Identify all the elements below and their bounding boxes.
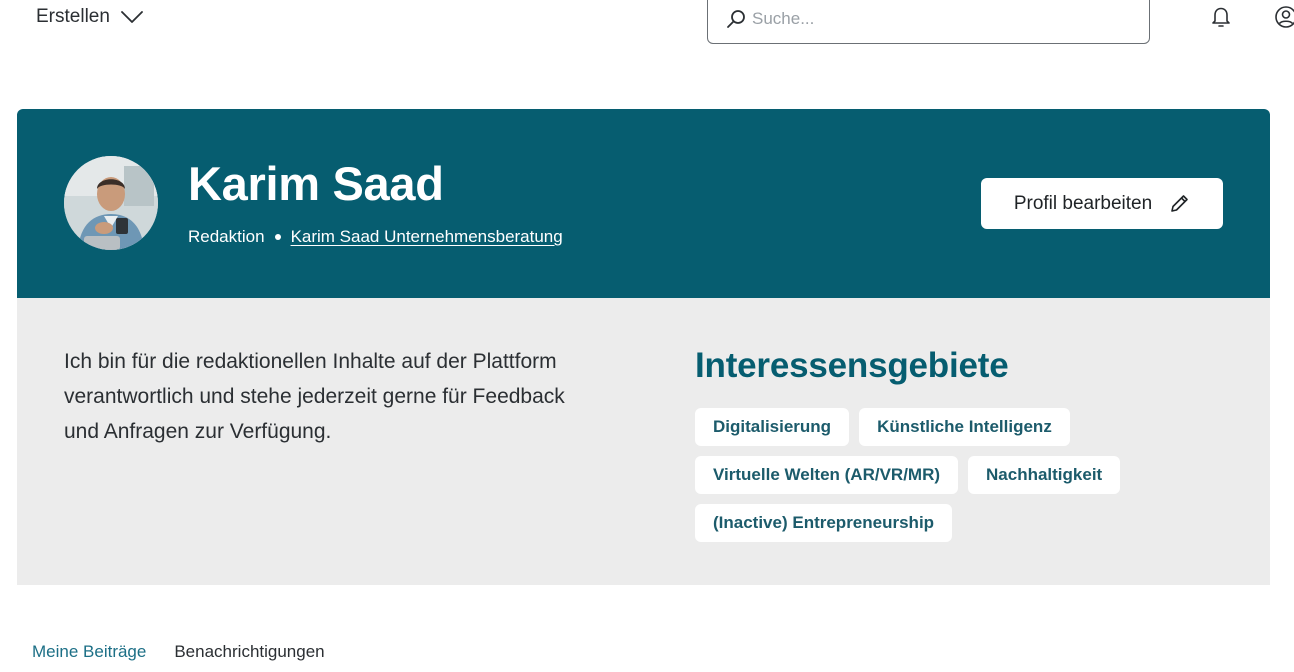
create-menu-button[interactable]: Erstellen bbox=[36, 4, 144, 30]
interest-tag-entrepreneurship[interactable]: (Inactive) Entrepreneurship bbox=[695, 504, 953, 542]
profile-details: Ich bin für die redaktionellen Inhalte a… bbox=[17, 298, 1270, 585]
profile-header: Karim Saad Redaktion Karim Saad Unterneh… bbox=[17, 109, 1270, 298]
profile-role: Redaktion bbox=[188, 227, 265, 246]
profile-meta: Redaktion Karim Saad Unternehmensberatun… bbox=[188, 227, 563, 247]
profile-bio: Ich bin für die redaktionellen Inhalte a… bbox=[64, 350, 565, 443]
profile-tabs: Meine Beiträge Benachrichtigungen bbox=[32, 642, 325, 662]
pencil-icon bbox=[1171, 194, 1188, 212]
separator-dot bbox=[274, 234, 281, 240]
edit-profile-label: Profil bearbeiten bbox=[1013, 192, 1153, 214]
interest-tag-digitalisierung[interactable]: Digitalisierung bbox=[695, 408, 850, 446]
profile-name: Karim Saad bbox=[188, 157, 444, 210]
search-input[interactable] bbox=[752, 9, 1132, 29]
tab-meine-beitraege[interactable]: Meine Beiträge bbox=[32, 642, 146, 662]
interests-title: Interessensgebiete bbox=[695, 346, 1009, 385]
user-account-icon[interactable] bbox=[1274, 5, 1294, 29]
edit-profile-button[interactable]: Profil bearbeiten bbox=[981, 178, 1223, 229]
top-bar: Erstellen bbox=[0, 0, 1294, 60]
interest-tag-kuenstliche-intelligenz[interactable]: Künstliche Intelligenz bbox=[859, 408, 1070, 446]
create-label: Erstellen bbox=[36, 6, 110, 27]
tab-benachrichtigungen[interactable]: Benachrichtigungen bbox=[174, 642, 324, 662]
interest-tags: Digitalisierung Künstliche Intelligenz V… bbox=[695, 408, 1215, 542]
bell-icon[interactable] bbox=[1210, 5, 1232, 29]
search-box[interactable] bbox=[707, 0, 1150, 44]
chevron-down-icon bbox=[121, 11, 143, 23]
interest-tag-virtuelle-welten[interactable]: Virtuelle Welten (AR/VR/MR) bbox=[695, 456, 959, 494]
avatar bbox=[64, 156, 158, 250]
company-link[interactable]: Karim Saad Unternehmensberatung bbox=[291, 227, 563, 247]
search-icon bbox=[727, 10, 745, 28]
interest-tag-nachhaltigkeit[interactable]: Nachhaltigkeit bbox=[968, 456, 1121, 494]
